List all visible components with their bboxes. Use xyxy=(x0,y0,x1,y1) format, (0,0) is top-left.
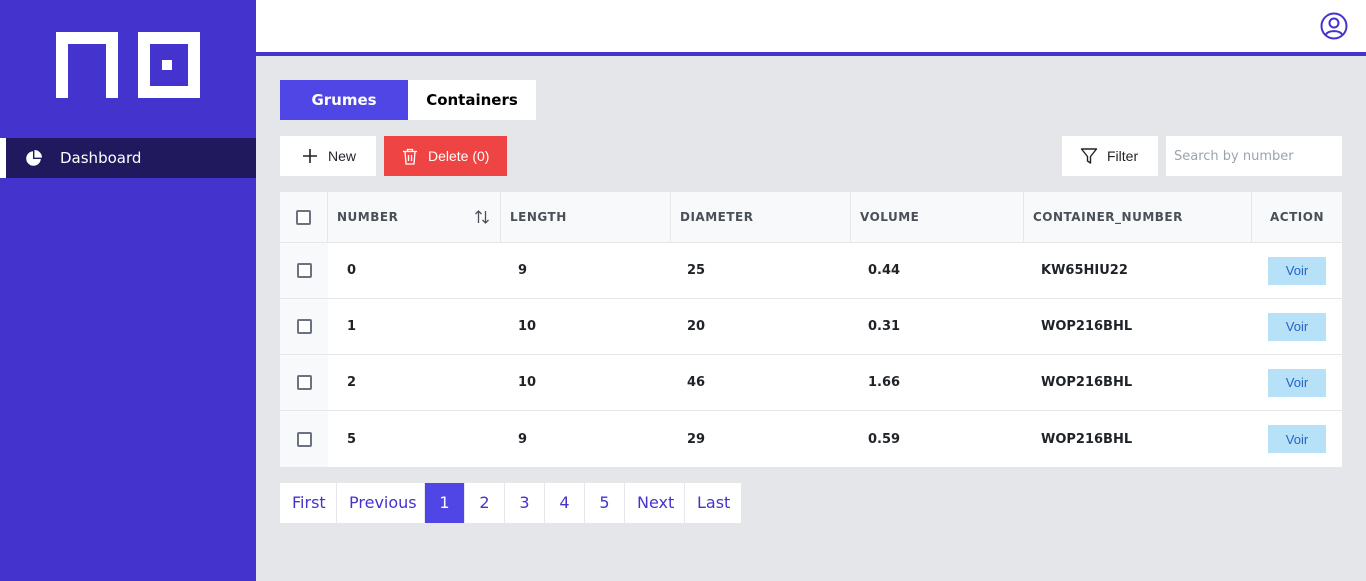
view-button[interactable]: Voir xyxy=(1268,368,1326,397)
sidebar-item-label: Dashboard xyxy=(60,149,142,167)
cell-container-number: WOP216BHL xyxy=(1041,431,1133,447)
pagination: First Previous 1 2 3 4 5 Next Last xyxy=(280,483,741,523)
row-checkbox[interactable] xyxy=(296,375,312,390)
table-row: 0 9 25 0.44 KW65HIU22 Voir xyxy=(280,243,1342,299)
table-header: NUMBER LENGTH DIAMETER VOLUME CONTAINER_… xyxy=(280,192,1342,243)
table-row: 5 9 29 0.59 WOP216BHL Voir xyxy=(280,411,1342,467)
page-first-button[interactable]: First xyxy=(280,483,337,523)
cell-length: 9 xyxy=(518,263,528,278)
new-button-label: New xyxy=(328,148,357,164)
view-button[interactable]: Voir xyxy=(1268,312,1326,341)
logo xyxy=(56,32,200,98)
column-header-container-number: CONTAINER_NUMBER xyxy=(1024,192,1252,242)
tab-grumes[interactable]: Grumes xyxy=(280,80,408,120)
cell-number: 0 xyxy=(347,263,357,278)
topbar xyxy=(256,0,1366,56)
column-header-volume: VOLUME xyxy=(851,192,1024,242)
row-select-cell xyxy=(280,243,328,298)
select-all-cell xyxy=(280,192,328,242)
page-button-5[interactable]: 5 xyxy=(585,483,625,523)
cell-diameter: 46 xyxy=(687,375,706,390)
column-header-action: ACTION xyxy=(1252,192,1342,242)
row-select-cell xyxy=(280,299,328,354)
column-header-number[interactable]: NUMBER xyxy=(328,192,501,242)
search-input[interactable] xyxy=(1166,136,1342,176)
sidebar: Dashboard xyxy=(0,0,256,581)
page-button-4[interactable]: 4 xyxy=(545,483,585,523)
row-checkbox[interactable] xyxy=(296,319,312,334)
cell-diameter: 25 xyxy=(687,263,706,278)
page-next-button[interactable]: Next xyxy=(625,483,685,523)
cell-volume: 0.59 xyxy=(868,431,901,447)
plus-icon xyxy=(303,149,317,163)
new-button[interactable]: New xyxy=(280,136,376,176)
column-header-label: VOLUME xyxy=(860,210,920,224)
cell-number: 5 xyxy=(347,431,357,447)
filter-button[interactable]: Filter xyxy=(1062,136,1158,176)
action-cell: Voir xyxy=(1252,355,1342,410)
filter-button-label: Filter xyxy=(1107,148,1139,164)
cell-number: 1 xyxy=(347,319,357,334)
column-header-label: LENGTH xyxy=(510,210,567,224)
column-header-label: NUMBER xyxy=(337,210,399,224)
tab-containers[interactable]: Containers xyxy=(408,80,536,120)
delete-button-label: Delete (0) xyxy=(428,148,490,164)
column-header-diameter: DIAMETER xyxy=(671,192,851,242)
grumes-table: NUMBER LENGTH DIAMETER VOLUME CONTAINER_… xyxy=(280,192,1342,467)
delete-button[interactable]: Delete (0) xyxy=(384,136,507,176)
page-previous-button[interactable]: Previous xyxy=(337,483,425,523)
row-checkbox[interactable] xyxy=(296,263,312,278)
filter-icon xyxy=(1080,148,1098,164)
cell-volume: 0.31 xyxy=(868,319,901,334)
cell-length: 10 xyxy=(518,319,537,334)
table-row: 1 10 20 0.31 WOP216BHL Voir xyxy=(280,299,1342,355)
tab-bar: Grumes Containers xyxy=(280,80,536,120)
table-row: 2 10 46 1.66 WOP216BHL Voir xyxy=(280,355,1342,411)
action-cell: Voir xyxy=(1252,411,1342,467)
cell-container-number: WOP216BHL xyxy=(1041,375,1133,390)
user-account-icon[interactable] xyxy=(1320,12,1348,40)
column-header-length: LENGTH xyxy=(501,192,671,242)
column-header-label: ACTION xyxy=(1270,210,1324,224)
cell-length: 9 xyxy=(518,431,528,447)
row-select-cell xyxy=(280,355,328,410)
cell-container-number: WOP216BHL xyxy=(1041,319,1133,334)
page-last-button[interactable]: Last xyxy=(685,483,741,523)
column-header-label: DIAMETER xyxy=(680,210,754,224)
cell-volume: 0.44 xyxy=(868,263,901,278)
sidebar-item-dashboard[interactable]: Dashboard xyxy=(0,138,256,178)
page-button-1[interactable]: 1 xyxy=(425,483,465,523)
row-select-cell xyxy=(280,411,328,467)
trash-icon xyxy=(403,148,417,165)
action-cell: Voir xyxy=(1252,299,1342,354)
pie-chart-icon xyxy=(26,150,42,166)
cell-number: 2 xyxy=(347,375,357,390)
cell-diameter: 20 xyxy=(687,319,706,334)
column-header-label: CONTAINER_NUMBER xyxy=(1033,210,1183,224)
cell-container-number: KW65HIU22 xyxy=(1041,263,1128,278)
cell-volume: 1.66 xyxy=(868,375,901,390)
active-indicator xyxy=(0,138,6,178)
row-checkbox[interactable] xyxy=(296,431,312,447)
page-button-2[interactable]: 2 xyxy=(465,483,505,523)
cell-length: 10 xyxy=(518,375,537,390)
cell-diameter: 29 xyxy=(687,431,706,447)
sort-icon[interactable] xyxy=(474,209,490,225)
view-button[interactable]: Voir xyxy=(1268,425,1326,453)
action-cell: Voir xyxy=(1252,243,1342,298)
view-button[interactable]: Voir xyxy=(1268,256,1326,285)
page-button-3[interactable]: 3 xyxy=(505,483,545,523)
select-all-checkbox[interactable] xyxy=(296,209,311,225)
